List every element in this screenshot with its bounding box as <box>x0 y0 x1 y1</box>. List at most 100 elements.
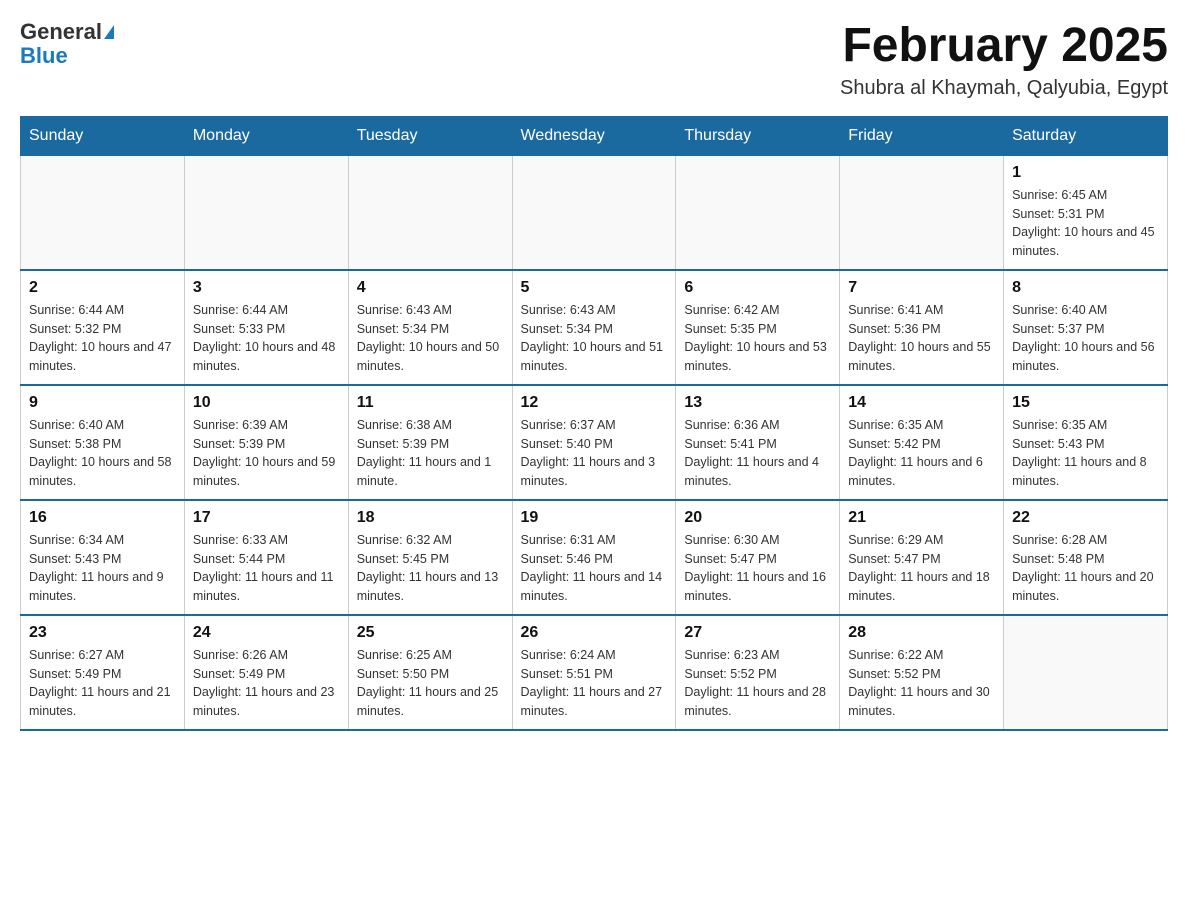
day-number: 13 <box>684 394 831 412</box>
day-info: Sunrise: 6:40 AMSunset: 5:38 PMDaylight:… <box>29 416 176 491</box>
weekday-header-wednesday: Wednesday <box>512 116 676 155</box>
logo-general-text: General <box>20 20 102 44</box>
calendar-cell: 3 Sunrise: 6:44 AMSunset: 5:33 PMDaylight… <box>184 270 348 385</box>
day-number: 16 <box>29 509 176 527</box>
calendar-cell: 27 Sunrise: 6:23 AMSunset: 5:52 PMDayligh… <box>676 615 840 730</box>
calendar-cell: 11 Sunrise: 6:38 AMSunset: 5:39 PMDayligh… <box>348 385 512 500</box>
day-info: Sunrise: 6:42 AMSunset: 5:35 PMDaylight:… <box>684 301 831 376</box>
day-info: Sunrise: 6:44 AMSunset: 5:33 PMDaylight:… <box>193 301 340 376</box>
calendar-cell: 10 Sunrise: 6:39 AMSunset: 5:39 PMDayligh… <box>184 385 348 500</box>
calendar-cell: 17 Sunrise: 6:33 AMSunset: 5:44 PMDayligh… <box>184 500 348 615</box>
calendar-week-row: 9 Sunrise: 6:40 AMSunset: 5:38 PMDaylight… <box>21 385 1168 500</box>
calendar-cell: 22 Sunrise: 6:28 AMSunset: 5:48 PMDayligh… <box>1004 500 1168 615</box>
day-number: 6 <box>684 279 831 297</box>
day-number: 1 <box>1012 164 1159 182</box>
page-header: General Blue February 2025 Shubra al Kha… <box>20 20 1168 100</box>
calendar-cell: 9 Sunrise: 6:40 AMSunset: 5:38 PMDaylight… <box>21 385 185 500</box>
calendar-cell: 4 Sunrise: 6:43 AMSunset: 5:34 PMDaylight… <box>348 270 512 385</box>
calendar-cell: 25Sunrise: 6:25 AMSunset: 5:50 PMDayligh… <box>348 615 512 730</box>
calendar-cell: 18Sunrise: 6:32 AMSunset: 5:45 PMDayligh… <box>348 500 512 615</box>
day-info: Sunrise: 6:38 AMSunset: 5:39 PMDaylight:… <box>357 416 504 491</box>
day-number: 20 <box>684 509 831 527</box>
calendar-cell: 16Sunrise: 6:34 AMSunset: 5:43 PMDayligh… <box>21 500 185 615</box>
day-info: Sunrise: 6:41 AMSunset: 5:36 PMDaylight:… <box>848 301 995 376</box>
day-info: Sunrise: 6:28 AMSunset: 5:48 PMDaylight:… <box>1012 531 1159 606</box>
calendar-cell <box>676 155 840 270</box>
day-info: Sunrise: 6:37 AMSunset: 5:40 PMDaylight:… <box>521 416 668 491</box>
calendar-week-row: 16Sunrise: 6:34 AMSunset: 5:43 PMDayligh… <box>21 500 1168 615</box>
day-info: Sunrise: 6:44 AMSunset: 5:32 PMDaylight:… <box>29 301 176 376</box>
day-number: 9 <box>29 394 176 412</box>
day-info: Sunrise: 6:27 AMSunset: 5:49 PMDaylight:… <box>29 646 176 721</box>
day-info: Sunrise: 6:25 AMSunset: 5:50 PMDaylight:… <box>357 646 504 721</box>
calendar-cell: 1 Sunrise: 6:45 AMSunset: 5:31 PMDaylight… <box>1004 155 1168 270</box>
calendar-cell: 21 Sunrise: 6:29 AMSunset: 5:47 PMDayligh… <box>840 500 1004 615</box>
day-info: Sunrise: 6:33 AMSunset: 5:44 PMDaylight:… <box>193 531 340 606</box>
day-number: 12 <box>521 394 668 412</box>
calendar-cell <box>840 155 1004 270</box>
calendar-cell: 23 Sunrise: 6:27 AMSunset: 5:49 PMDayligh… <box>21 615 185 730</box>
calendar-cell <box>348 155 512 270</box>
day-number: 15 <box>1012 394 1159 412</box>
day-info: Sunrise: 6:24 AMSunset: 5:51 PMDaylight:… <box>521 646 668 721</box>
day-info: Sunrise: 6:35 AMSunset: 5:43 PMDaylight:… <box>1012 416 1159 491</box>
weekday-header-thursday: Thursday <box>676 116 840 155</box>
logo: General Blue <box>20 20 114 68</box>
day-number: 28 <box>848 624 995 642</box>
calendar-cell: 12 Sunrise: 6:37 AMSunset: 5:40 PMDayligh… <box>512 385 676 500</box>
day-number: 14 <box>848 394 995 412</box>
day-info: Sunrise: 6:45 AMSunset: 5:31 PMDaylight:… <box>1012 186 1159 261</box>
logo-blue-text: Blue <box>20 44 114 68</box>
day-number: 11 <box>357 394 504 412</box>
calendar-cell: 24 Sunrise: 6:26 AMSunset: 5:49 PMDayligh… <box>184 615 348 730</box>
day-number: 5 <box>521 279 668 297</box>
day-number: 3 <box>193 279 340 297</box>
day-number: 24 <box>193 624 340 642</box>
day-info: Sunrise: 6:35 AMSunset: 5:42 PMDaylight:… <box>848 416 995 491</box>
day-number: 22 <box>1012 509 1159 527</box>
day-info: Sunrise: 6:26 AMSunset: 5:49 PMDaylight:… <box>193 646 340 721</box>
calendar-cell <box>512 155 676 270</box>
weekday-header-saturday: Saturday <box>1004 116 1168 155</box>
calendar-cell <box>21 155 185 270</box>
calendar-cell <box>1004 615 1168 730</box>
day-number: 8 <box>1012 279 1159 297</box>
day-number: 10 <box>193 394 340 412</box>
day-info: Sunrise: 6:40 AMSunset: 5:37 PMDaylight:… <box>1012 301 1159 376</box>
calendar-cell: 5 Sunrise: 6:43 AMSunset: 5:34 PMDaylight… <box>512 270 676 385</box>
calendar-cell: 2 Sunrise: 6:44 AMSunset: 5:32 PMDaylight… <box>21 270 185 385</box>
day-info: Sunrise: 6:39 AMSunset: 5:39 PMDaylight:… <box>193 416 340 491</box>
calendar-cell: 14 Sunrise: 6:35 AMSunset: 5:42 PMDayligh… <box>840 385 1004 500</box>
calendar-cell: 20 Sunrise: 6:30 AMSunset: 5:47 PMDayligh… <box>676 500 840 615</box>
day-info: Sunrise: 6:43 AMSunset: 5:34 PMDaylight:… <box>357 301 504 376</box>
title-block: February 2025 Shubra al Khaymah, Qalyubi… <box>840 20 1168 100</box>
calendar-week-row: 23 Sunrise: 6:27 AMSunset: 5:49 PMDayligh… <box>21 615 1168 730</box>
day-number: 19 <box>521 509 668 527</box>
calendar-table: SundayMondayTuesdayWednesdayThursdayFrid… <box>20 116 1168 731</box>
day-number: 21 <box>848 509 995 527</box>
weekday-header-tuesday: Tuesday <box>348 116 512 155</box>
page-subtitle: Shubra al Khaymah, Qalyubia, Egypt <box>840 77 1168 100</box>
day-info: Sunrise: 6:43 AMSunset: 5:34 PMDaylight:… <box>521 301 668 376</box>
day-info: Sunrise: 6:31 AMSunset: 5:46 PMDaylight:… <box>521 531 668 606</box>
day-info: Sunrise: 6:29 AMSunset: 5:47 PMDaylight:… <box>848 531 995 606</box>
weekday-header-sunday: Sunday <box>21 116 185 155</box>
day-number: 2 <box>29 279 176 297</box>
calendar-cell: 8 Sunrise: 6:40 AMSunset: 5:37 PMDaylight… <box>1004 270 1168 385</box>
day-number: 27 <box>684 624 831 642</box>
day-info: Sunrise: 6:22 AMSunset: 5:52 PMDaylight:… <box>848 646 995 721</box>
weekday-header-friday: Friday <box>840 116 1004 155</box>
calendar-cell: 26 Sunrise: 6:24 AMSunset: 5:51 PMDayligh… <box>512 615 676 730</box>
day-number: 4 <box>357 279 504 297</box>
day-number: 17 <box>193 509 340 527</box>
calendar-header-row: SundayMondayTuesdayWednesdayThursdayFrid… <box>21 116 1168 155</box>
day-info: Sunrise: 6:30 AMSunset: 5:47 PMDaylight:… <box>684 531 831 606</box>
day-number: 23 <box>29 624 176 642</box>
calendar-cell: 15 Sunrise: 6:35 AMSunset: 5:43 PMDayligh… <box>1004 385 1168 500</box>
calendar-cell: 7Sunrise: 6:41 AMSunset: 5:36 PMDaylight… <box>840 270 1004 385</box>
day-info: Sunrise: 6:23 AMSunset: 5:52 PMDaylight:… <box>684 646 831 721</box>
calendar-week-row: 1 Sunrise: 6:45 AMSunset: 5:31 PMDaylight… <box>21 155 1168 270</box>
weekday-header-monday: Monday <box>184 116 348 155</box>
calendar-cell <box>184 155 348 270</box>
day-number: 26 <box>521 624 668 642</box>
